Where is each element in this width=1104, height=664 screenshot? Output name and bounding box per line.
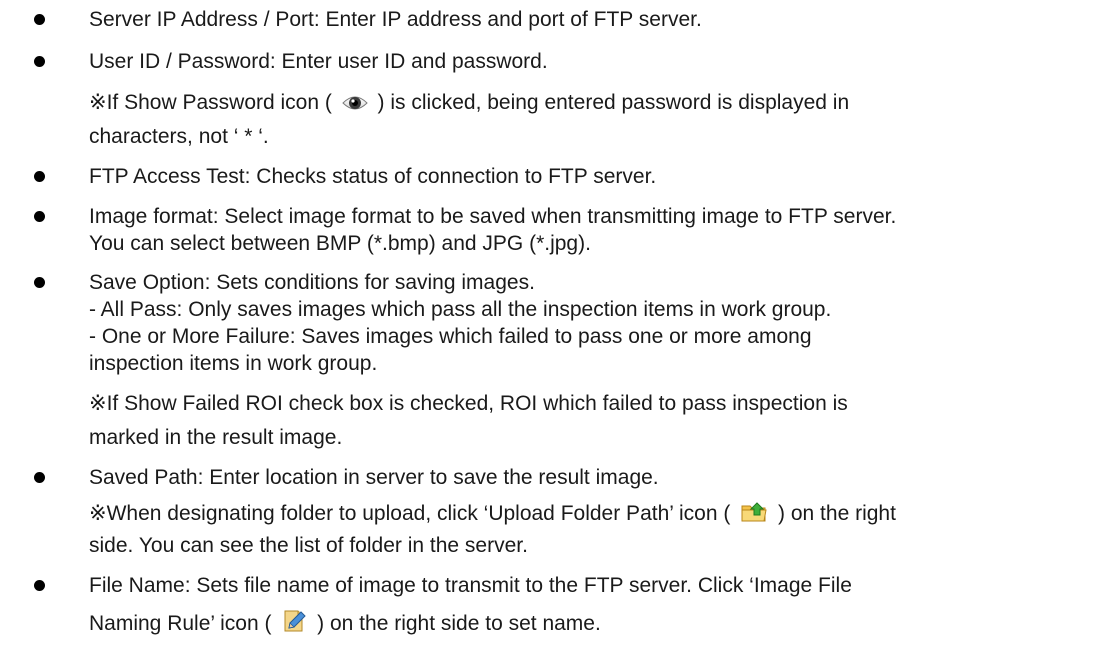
note-text: ※If Show Failed ROI check box is checked… [89,392,848,415]
note-text: ) is clicked, being entered password is … [377,91,850,114]
document-page: Server IP Address / Port: Enter IP addre… [0,0,1104,664]
upload-folder-icon [741,502,767,522]
item-text: inspection items in work group. [89,352,378,375]
item-text: Saved Path: Enter location in server to … [89,466,659,489]
bullet-icon [34,14,45,25]
bullet-icon [34,580,45,591]
note-text: ※When designating folder to upload, clic… [89,502,731,525]
note-line: ※If Show Password icon ( ) is clicked, b… [89,91,849,115]
eye-icon [341,96,368,110]
note-line: ※When designating folder to upload, clic… [89,500,896,526]
item-text: Naming Rule’ icon ( [89,612,272,635]
note-text: marked in the result image. [89,426,343,449]
item-text: Image format: Select image format to be … [89,205,897,228]
item-text: Server IP Address / Port: Enter IP addre… [89,8,702,31]
note-text: ※If Show Password icon ( [89,91,332,114]
bullet-icon [34,56,45,67]
item-text: Save Option: Sets conditions for saving … [89,271,535,294]
item-text: User ID / Password: Enter user ID and pa… [89,50,548,73]
item-text: File Name: Sets file name of image to tr… [89,574,852,597]
item-text: You can select between BMP (*.bmp) and J… [89,232,591,255]
bullet-icon [34,171,45,182]
item-text: ) on the right side to set name. [317,612,601,635]
file-naming-icon [284,610,307,632]
item-line: Naming Rule’ icon ( ) on the right side … [89,608,601,636]
note-text: characters, not ‘ * ‘. [89,125,269,148]
note-text: ) on the right [778,502,896,525]
item-text: - One or More Failure: Saves images whic… [89,325,812,348]
item-text: FTP Access Test: Checks status of connec… [89,165,657,188]
bullet-icon [34,472,45,483]
bullet-icon [34,211,45,222]
bullet-icon [34,277,45,288]
note-text: side. You can see the list of folder in … [89,534,528,557]
item-text: - All Pass: Only saves images which pass… [89,298,832,321]
